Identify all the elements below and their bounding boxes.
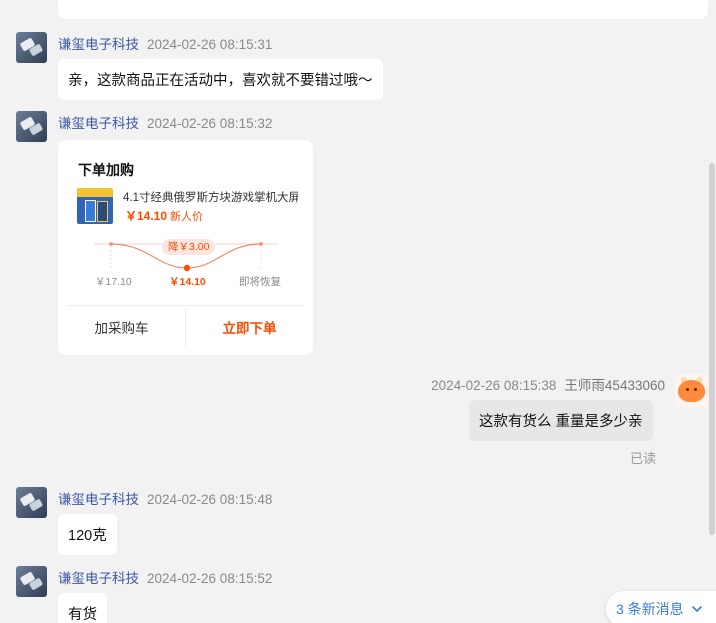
- avatar-eye: [686, 388, 689, 391]
- scrollbar[interactable]: [708, 0, 716, 623]
- shop-avatar[interactable]: [16, 111, 47, 142]
- avatar-eye: [694, 388, 697, 391]
- card-divider: [68, 305, 303, 306]
- shop-avatar[interactable]: [16, 32, 47, 63]
- timestamp: 2024-02-26 08:15:52: [147, 571, 273, 586]
- point-old: [109, 242, 113, 246]
- sender-name[interactable]: 王师雨45433060: [564, 378, 665, 393]
- message-bubble: 亲，这款商品正在活动中，喜欢就不要错过哦～: [58, 59, 383, 100]
- message-text: 有货: [68, 607, 97, 623]
- product-price: ￥14.10 新人价: [125, 207, 203, 224]
- shop-avatar[interactable]: [16, 566, 47, 597]
- card-title: 下单加购: [78, 162, 134, 178]
- sender-name[interactable]: 谦玺电子科技: [58, 116, 139, 131]
- shop-avatar[interactable]: [16, 487, 47, 518]
- chat-window: 谦玺电子科技 2024-02-26 08:15:31 亲，这款商品正在活动中，喜欢…: [0, 0, 716, 623]
- message-header: 谦玺电子科技 2024-02-26 08:15:32: [58, 112, 272, 132]
- timestamp: 2024-02-26 08:15:32: [147, 116, 273, 131]
- buy-now-button[interactable]: 立即下单: [186, 307, 313, 347]
- scrollbar-thumb[interactable]: [709, 163, 715, 535]
- message-header: 谦玺电子科技 2024-02-26 08:15:52: [58, 567, 272, 587]
- message-header: 2024-02-26 08:15:38 王师雨45433060: [431, 374, 665, 394]
- message-header: 谦玺电子科技 2024-02-26 08:15:31: [58, 33, 272, 53]
- price-tag: 新人价: [170, 211, 204, 223]
- timestamp: 2024-02-26 08:15:31: [147, 37, 273, 52]
- sender-name[interactable]: 谦玺电子科技: [58, 492, 139, 507]
- new-messages-button[interactable]: 3 条新消息: [606, 591, 716, 623]
- add-to-cart-button[interactable]: 加采购车: [58, 307, 185, 347]
- price-next-label: 即将恢复: [239, 276, 281, 288]
- product-thumbnail[interactable]: [77, 188, 113, 224]
- message-bubble: 有货: [58, 593, 107, 623]
- user-avatar[interactable]: [675, 374, 708, 407]
- timestamp: 2024-02-26 08:15:38: [431, 378, 557, 393]
- new-messages-label: 3 条新消息: [616, 601, 684, 617]
- chevron-down-icon: [691, 606, 702, 612]
- price-old-label: ￥17.10: [95, 276, 132, 288]
- message-text: 亲，这款商品正在活动中，喜欢就不要错过哦～: [68, 73, 373, 89]
- sender-name[interactable]: 谦玺电子科技: [58, 571, 139, 586]
- message-text: 120克: [68, 528, 107, 544]
- order-card: 下单加购 4.1寸经典俄罗斯方块游戏掌机大屏 ￥14.10 新人价 降￥3.00 …: [58, 140, 313, 355]
- message-text: 这款有货么 重量是多少亲: [479, 414, 643, 430]
- message-header: 谦玺电子科技 2024-02-26 08:15:48: [58, 488, 272, 508]
- previous-message-bubble: [58, 0, 708, 19]
- point-now: [183, 264, 191, 272]
- point-next: [259, 242, 263, 246]
- message-bubble: 这款有货么 重量是多少亲: [469, 400, 653, 441]
- sender-name[interactable]: 谦玺电子科技: [58, 37, 139, 52]
- price-drop-badge: 降￥3.00: [162, 239, 216, 255]
- read-status: 已读: [630, 451, 657, 466]
- price-now-label: ￥14.10: [169, 276, 206, 288]
- timestamp: 2024-02-26 08:15:48: [147, 492, 273, 507]
- price-value: ￥14.10: [125, 209, 168, 223]
- product-name[interactable]: 4.1寸经典俄罗斯方块游戏掌机大屏: [123, 189, 298, 205]
- message-bubble: 120克: [58, 514, 117, 555]
- avatar-face: [678, 380, 705, 402]
